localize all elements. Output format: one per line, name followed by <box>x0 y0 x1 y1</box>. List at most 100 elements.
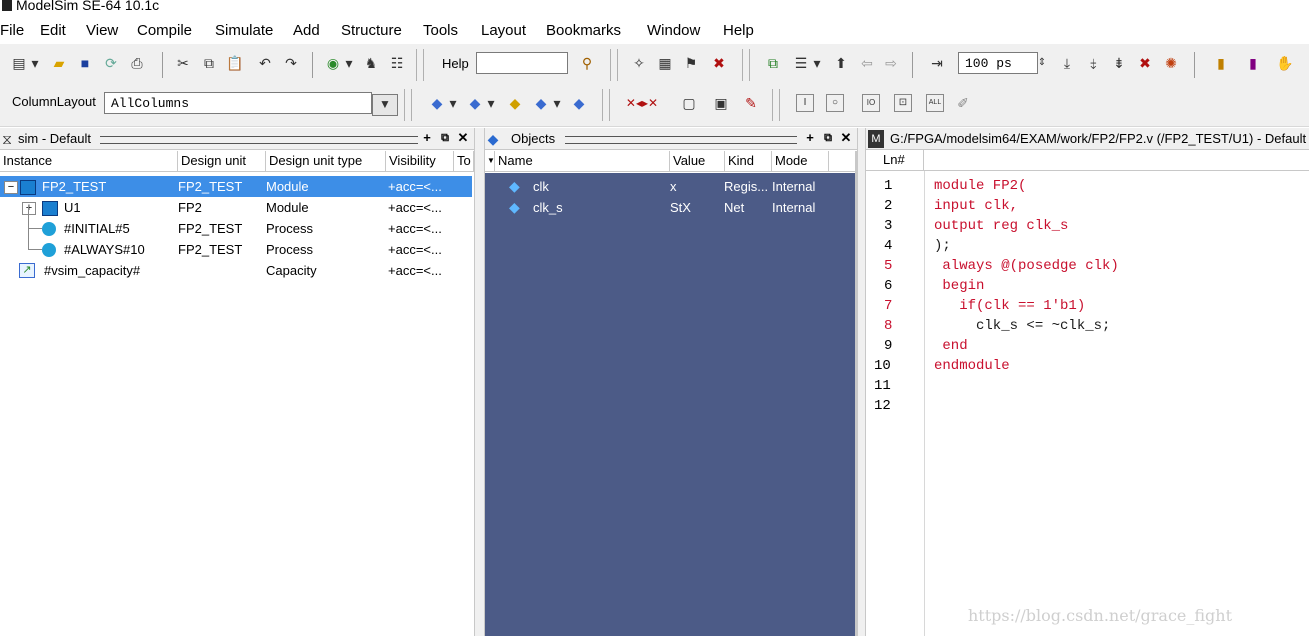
col-total[interactable]: To <box>454 151 474 171</box>
menu-layout[interactable]: Layout <box>481 22 526 39</box>
print-icon[interactable]: ⎙ <box>128 54 146 72</box>
sim-pane-dock-icon[interactable]: + <box>420 130 434 146</box>
code-line[interactable]: module FP2( <box>934 178 1026 194</box>
collapse-icon[interactable]: − <box>4 181 18 194</box>
memory-icon[interactable]: ▮ <box>1244 54 1262 72</box>
add-wave-icon[interactable]: ◆ <box>428 94 446 112</box>
column-layout-dropdown-icon[interactable]: ▼ <box>372 94 398 116</box>
go-dropdown-icon[interactable]: ▾ <box>344 54 354 72</box>
code-line[interactable]: endmodule <box>934 358 1010 374</box>
tools-wrench-icon[interactable]: ✐ <box>954 94 972 112</box>
instance-row[interactable]: + U1 FP2 Module +acc=<... <box>0 197 472 218</box>
col-visibility[interactable]: Visibility <box>386 151 454 171</box>
menu-structure[interactable]: Structure <box>341 22 402 39</box>
sim-pane-close-icon[interactable]: ✕ <box>456 130 470 146</box>
redo-icon[interactable]: ↷ <box>282 54 300 72</box>
col-design-unit-type[interactable]: Design unit type <box>266 151 386 171</box>
new-file-icon[interactable]: ▤ <box>10 54 28 72</box>
undo-icon[interactable]: ↶ <box>256 54 274 72</box>
code-line[interactable]: output reg clk_s <box>934 218 1068 234</box>
objects-pane-undock-icon[interactable]: ⧉ <box>821 130 835 146</box>
add-list-dropdown-icon[interactable]: ▾ <box>486 94 496 112</box>
code-line[interactable]: input clk, <box>934 198 1018 214</box>
break-icon[interactable]: ✖ <box>710 54 728 72</box>
coverage-stmt-icon[interactable]: I <box>796 94 814 112</box>
open-folder-icon[interactable]: ▰ <box>50 54 68 72</box>
object-row[interactable]: ◆ clk x Regis... Internal <box>485 176 855 197</box>
continue-run-icon[interactable]: ⤈ <box>1084 54 1102 72</box>
code-line[interactable]: always @(posedge clk) <box>934 258 1118 274</box>
instance-row[interactable]: ↗ #vsim_capacity# Capacity +acc=<... <box>0 260 472 281</box>
menu-help[interactable]: Help <box>723 22 754 39</box>
menu-add[interactable]: Add <box>293 22 320 39</box>
save-icon[interactable]: ■ <box>76 54 94 72</box>
add-dataflow-dropdown-icon[interactable]: ▾ <box>552 94 562 112</box>
column-layout-select[interactable] <box>104 92 372 114</box>
instance-row[interactable]: − FP2_TEST FP2_TEST Module +acc=<... <box>0 176 472 197</box>
sim-pane-drag-handle[interactable] <box>100 136 418 144</box>
copy-icon[interactable]: ⧉ <box>200 54 218 72</box>
menu-window[interactable]: Window <box>647 22 700 39</box>
coverage-branch-icon[interactable]: ○ <box>826 94 844 112</box>
sim-pane-undock-icon[interactable]: ⧉ <box>438 130 452 146</box>
hand-pan-icon[interactable]: ✋ <box>1276 54 1294 72</box>
instance-row[interactable]: #ALWAYS#10 FP2_TEST Process +acc=<... <box>0 239 472 260</box>
add-wave-dropdown-icon[interactable]: ▾ <box>448 94 458 112</box>
stop-icon[interactable]: ✺ <box>1162 54 1180 72</box>
coverage-cond-icon[interactable]: IO <box>862 94 880 112</box>
menu-bookmarks[interactable]: Bookmarks <box>546 22 621 39</box>
forward-arrow-icon[interactable]: ⇨ <box>882 54 900 72</box>
add-list-icon[interactable]: ◆ <box>466 94 484 112</box>
code-line[interactable]: clk_s <= ~clk_s; <box>934 318 1110 334</box>
objects-pane-dock-icon[interactable]: + <box>803 130 817 146</box>
new-dropdown-icon[interactable]: ▾ <box>30 54 40 72</box>
pane-splitter[interactable] <box>474 128 485 636</box>
compile-all-icon[interactable]: ▦ <box>656 54 674 72</box>
run-length-input[interactable] <box>958 52 1038 74</box>
menu-compile[interactable]: Compile <box>137 22 192 39</box>
col-design-unit[interactable]: Design unit <box>178 151 266 171</box>
objects-pane-drag-handle[interactable] <box>565 136 797 144</box>
menu-tools[interactable]: Tools <box>423 22 458 39</box>
code-line[interactable]: end <box>934 338 967 354</box>
performance-icon[interactable]: ▮ <box>1212 54 1230 72</box>
pane-splitter[interactable] <box>857 128 866 636</box>
add-log-icon[interactable]: ◆ <box>506 94 524 112</box>
reload-icon[interactable]: ⟳ <box>102 54 120 72</box>
paste-icon[interactable]: 📋 <box>226 54 244 72</box>
col-kind[interactable]: Kind <box>725 151 772 171</box>
code-line[interactable]: if(clk == 1'b1) <box>934 298 1085 314</box>
code-line[interactable]: ); <box>934 238 951 254</box>
help-search-icon[interactable]: ⚲ <box>578 54 596 72</box>
coverage-expr-icon[interactable]: ⊡ <box>894 94 912 112</box>
restart-icon[interactable]: ⇥ <box>928 54 946 72</box>
hierarchy-icon[interactable]: ☰ <box>792 54 810 72</box>
run-length-spinner-icon[interactable]: ⇕ <box>1036 54 1048 72</box>
col-mode[interactable]: Mode <box>772 151 829 171</box>
menu-view[interactable]: View <box>86 22 118 39</box>
add-schematic-icon[interactable]: ◆ <box>570 94 588 112</box>
code-line[interactable]: begin <box>934 278 984 294</box>
clear-icon[interactable]: ✎ <box>742 94 760 112</box>
find-binoculars-icon[interactable]: ♞ <box>362 54 380 72</box>
objects-pane-close-icon[interactable]: ✕ <box>839 130 853 146</box>
coverage-all-icon[interactable]: ALL <box>926 94 944 112</box>
step-over-icon[interactable]: ▣ <box>712 94 730 112</box>
col-instance[interactable]: Instance <box>0 151 178 171</box>
instance-row[interactable]: #INITIAL#5 FP2_TEST Process +acc=<... <box>0 218 472 239</box>
add-dataflow-icon[interactable]: ◆ <box>532 94 550 112</box>
break-run-icon[interactable]: ✖ <box>1136 54 1154 72</box>
back-arrow-icon[interactable]: ⇦ <box>858 54 876 72</box>
col-value[interactable]: Value <box>670 151 725 171</box>
cut-icon[interactable]: ✂ <box>174 54 192 72</box>
menu-edit[interactable]: Edit <box>40 22 66 39</box>
simulate-icon[interactable]: ⚑ <box>682 54 700 72</box>
break-point-icon[interactable]: ✕◂▸✕ <box>622 94 662 112</box>
col-name[interactable]: Name <box>495 151 670 171</box>
step-icon[interactable]: ▢ <box>680 94 698 112</box>
copy-layout-icon[interactable]: ⧉ <box>764 54 782 72</box>
run-icon[interactable]: ⤓ <box>1058 54 1076 72</box>
hierarchy-dropdown-icon[interactable]: ▾ <box>812 54 822 72</box>
compile-icon[interactable]: ✧ <box>630 54 648 72</box>
up-arrow-icon[interactable]: ⬆ <box>832 54 850 72</box>
